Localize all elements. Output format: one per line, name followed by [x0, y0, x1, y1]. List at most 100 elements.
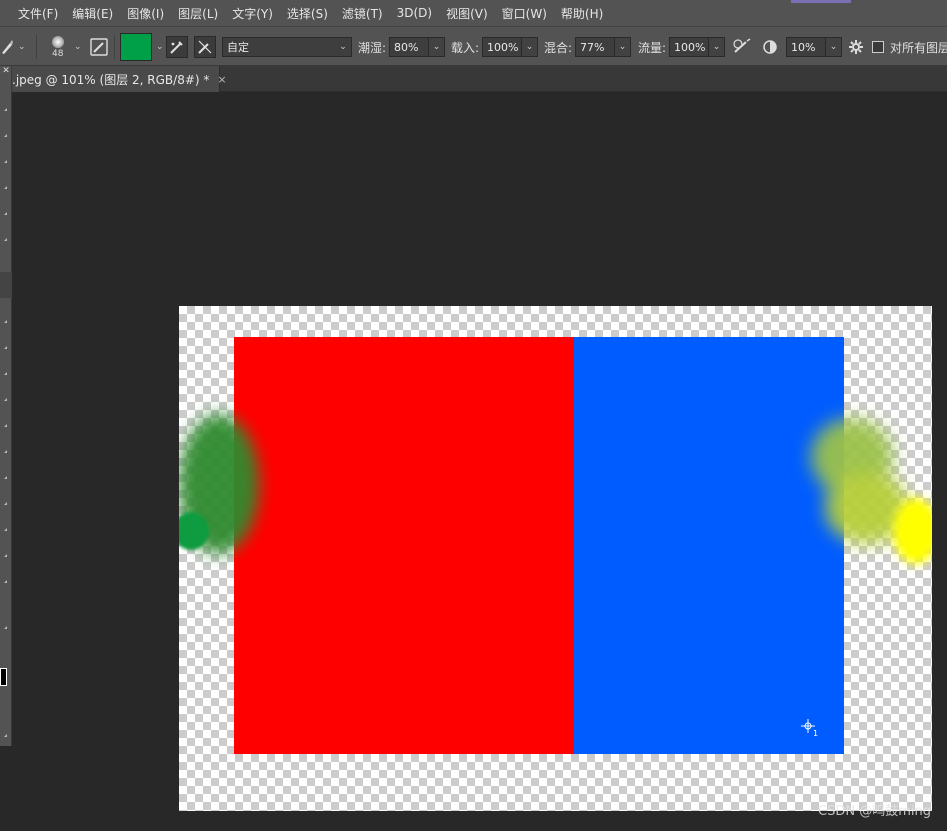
smoothing-value: 10% — [791, 40, 816, 54]
menu-select[interactable]: 选择(S) — [287, 5, 328, 22]
menu-layer[interactable]: 图层(L) — [178, 5, 218, 22]
menu-edit[interactable]: 编辑(E) — [72, 5, 113, 22]
divider — [114, 35, 115, 59]
brush-size: 48 — [52, 49, 64, 59]
mix-input[interactable]: 77% ⌄ — [575, 37, 632, 57]
brush-preset-picker[interactable]: 48 ⌄ — [48, 27, 82, 67]
chevron-down-icon: ⌄ — [156, 42, 164, 52]
load-input[interactable]: 100% ⌄ — [482, 37, 539, 57]
document-canvas[interactable]: 1 — [179, 306, 932, 811]
smoothing-control: 10% ⌄ — [762, 27, 842, 67]
blue-rectangle — [574, 337, 844, 754]
sample-all-checkbox[interactable] — [872, 41, 884, 53]
clean-brush-button[interactable] — [194, 36, 216, 58]
tool-group-indicator[interactable] — [4, 372, 7, 375]
brush-panel-icon — [90, 38, 108, 56]
tool-group-indicator[interactable] — [4, 186, 7, 189]
tool-group-indicator[interactable] — [4, 346, 7, 349]
chevron-down-icon[interactable]: ⌄ — [428, 38, 445, 56]
tools-panel: ✕ — [0, 66, 12, 746]
document-tab[interactable]: .jpeg @ 101% (图层 2, RGB/8#) * × — [12, 66, 227, 92]
chevron-down-icon[interactable]: ⌄ — [614, 38, 631, 56]
wetness-input[interactable]: 80% ⌄ — [389, 37, 446, 57]
mix-preset-value: 自定 — [227, 41, 249, 54]
load-value: 100% — [487, 40, 519, 54]
menu-bar: 文件(F) 编辑(E) 图像(I) 图层(L) 文字(Y) 选择(S) 滤镜(T… — [0, 0, 947, 26]
menu-3d[interactable]: 3D(D) — [397, 6, 432, 20]
red-rectangle — [234, 337, 574, 754]
load-brush-button[interactable] — [166, 36, 188, 58]
document-tab-title: .jpeg @ 101% (图层 2, RGB/8#) * — [12, 72, 210, 87]
load-control: 载入: 100% ⌄ — [451, 27, 539, 67]
active-tool-highlight[interactable] — [0, 272, 12, 298]
clean-brush-after-stroke[interactable] — [194, 27, 216, 67]
load-color-swatch[interactable] — [120, 33, 152, 61]
document-tab-bar: .jpeg @ 101% (图层 2, RGB/8#) * × — [12, 66, 947, 92]
wetness-value: 80% — [394, 40, 419, 54]
tool-group-indicator[interactable] — [4, 238, 7, 241]
tool-group-indicator[interactable] — [4, 580, 7, 583]
wetness-control: 潮湿: 80% ⌄ — [358, 27, 446, 67]
flow-label: 流量: — [638, 40, 667, 55]
brush-settings-toggle[interactable] — [90, 27, 108, 67]
sample-all-layers[interactable]: 对所有图层 — [872, 27, 947, 67]
tool-group-indicator[interactable] — [4, 398, 7, 401]
mixer-brush-cursor: 1 — [800, 718, 819, 738]
load-brush-after-stroke[interactable] — [166, 27, 188, 67]
menu-window[interactable]: 窗口(W) — [502, 5, 547, 22]
chevron-down-icon[interactable]: ⌄ — [521, 38, 538, 56]
tool-preset-picker[interactable]: ⌄ — [0, 27, 26, 67]
mix-label: 混合: — [544, 40, 573, 55]
mix-preset-field[interactable]: 自定 ⌄ — [222, 37, 352, 57]
title-accent — [791, 0, 851, 3]
airbrush-toggle[interactable] — [732, 27, 752, 67]
tool-group-indicator[interactable] — [4, 734, 7, 737]
chevron-down-icon[interactable]: ⌄ — [708, 38, 725, 56]
load-label: 载入: — [451, 40, 480, 55]
menu-view[interactable]: 视图(V) — [446, 5, 488, 22]
menu-type[interactable]: 文字(Y) — [232, 5, 273, 22]
sample-all-label: 对所有图层 — [890, 40, 947, 55]
menu-filter[interactable]: 滤镜(T) — [342, 5, 383, 22]
tool-group-indicator[interactable] — [4, 450, 7, 453]
chevron-down-icon[interactable]: ⌄ — [825, 38, 841, 56]
cursor-subscript: 1 — [813, 729, 819, 738]
foreground-color-swatch[interactable] — [0, 668, 7, 686]
wetness-label: 潮湿: — [358, 40, 387, 55]
mixer-brush-icon — [0, 39, 14, 55]
smoothing-input[interactable]: 10% ⌄ — [786, 37, 842, 57]
mix-control: 混合: 77% ⌄ — [544, 27, 632, 67]
menu-image[interactable]: 图像(I) — [127, 5, 164, 22]
tool-group-indicator[interactable] — [4, 160, 7, 163]
tool-group-indicator[interactable] — [4, 502, 7, 505]
tool-group-indicator[interactable] — [4, 212, 7, 215]
flow-control: 流量: 100% ⌄ — [638, 27, 726, 67]
close-icon[interactable]: ✕ — [0, 66, 12, 76]
close-icon[interactable]: × — [217, 73, 226, 86]
options-bar: ⌄ 48 ⌄ ⌄ 自定 ⌄ 潮湿: 80% ⌄ 载入: 100% ⌄ 混合: 7… — [0, 26, 947, 66]
mix-value: 77% — [580, 40, 605, 54]
mix-preset-select[interactable]: 自定 ⌄ — [222, 27, 352, 67]
flow-input[interactable]: 100% ⌄ — [669, 37, 726, 57]
tool-group-indicator[interactable] — [4, 626, 7, 629]
brush-clean-icon — [197, 39, 213, 55]
flow-value: 100% — [674, 40, 706, 54]
tool-group-indicator[interactable] — [4, 476, 7, 479]
tool-group-indicator[interactable] — [4, 108, 7, 111]
tool-group-indicator[interactable] — [4, 424, 7, 427]
photoshop-window: 文件(F) 编辑(E) 图像(I) 图层(L) 文字(Y) 选择(S) 滤镜(T… — [0, 0, 947, 831]
gear-icon — [848, 39, 864, 55]
yellow-smudge — [893, 498, 932, 564]
tool-group-indicator[interactable] — [4, 554, 7, 557]
menu-help[interactable]: 帮助(H) — [561, 5, 603, 22]
chevron-down-icon: ⌄ — [74, 42, 82, 52]
tool-group-indicator[interactable] — [4, 134, 7, 137]
current-brush-load[interactable]: ⌄ — [120, 27, 164, 67]
chevron-down-icon: ⌄ — [339, 42, 347, 52]
chevron-down-icon: ⌄ — [18, 42, 26, 52]
smoothing-options[interactable] — [848, 27, 864, 67]
menu-file[interactable]: 文件(F) — [18, 5, 58, 22]
brush-load-icon — [169, 39, 185, 55]
tool-group-indicator[interactable] — [4, 528, 7, 531]
tool-group-indicator[interactable] — [4, 320, 7, 323]
